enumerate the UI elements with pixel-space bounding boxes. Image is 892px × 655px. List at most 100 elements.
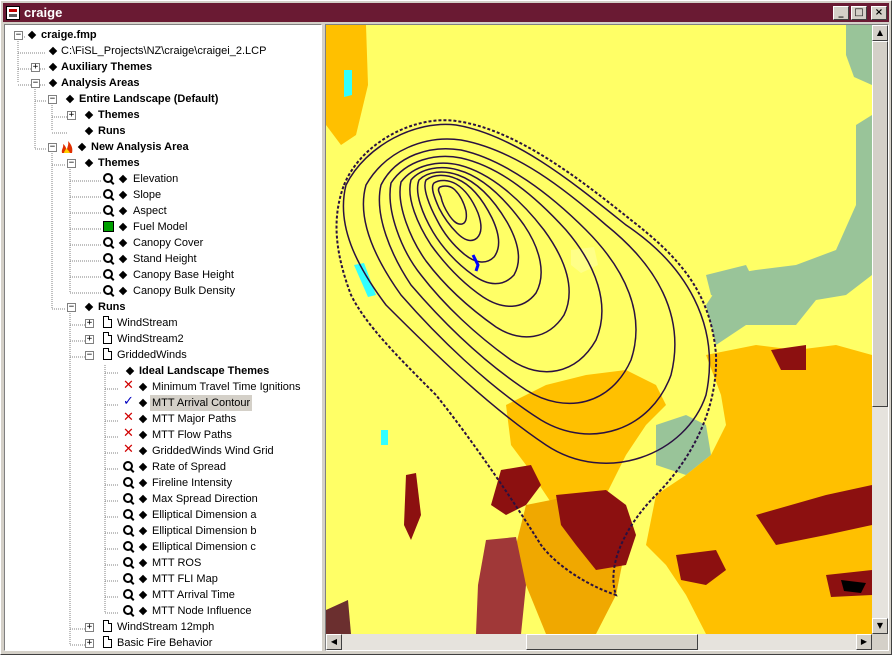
expand-toggle[interactable]: + <box>67 111 76 120</box>
vertical-scrollbar[interactable]: ▲ ▼ <box>872 25 888 634</box>
horizontal-scroll-thumb[interactable] <box>526 634 698 650</box>
output-item[interactable]: MTT Arrival Time <box>5 587 321 603</box>
ideal-label: Ideal Landscape Themes <box>139 365 270 377</box>
node-diamond-icon <box>138 526 148 536</box>
scroll-right-button[interactable]: ▶ <box>856 634 872 650</box>
output-label: MTT Arrival Time <box>152 589 235 601</box>
tree-node-entire-landscape[interactable]: − Entire Landscape (Default) <box>5 91 321 107</box>
tree-node-entire-themes[interactable]: + Themes <box>5 107 321 123</box>
magnifier-icon[interactable] <box>123 525 135 537</box>
run-windstream2[interactable]: + WindStream2 <box>5 331 321 347</box>
collapse-toggle[interactable]: − <box>48 143 57 152</box>
tree-node-auxiliary-themes[interactable]: + Auxiliary Themes <box>5 59 321 75</box>
node-diamond-icon <box>138 590 148 600</box>
collapse-toggle[interactable]: − <box>14 31 23 40</box>
output-item[interactable]: Elliptical Dimension b <box>5 523 321 539</box>
vertical-scroll-thumb[interactable] <box>872 41 888 407</box>
run-windstream-12mph[interactable]: + WindStream 12mph <box>5 619 321 635</box>
ideal-landscape-themes[interactable]: Ideal Landscape Themes <box>5 363 321 379</box>
magnifier-icon[interactable] <box>123 605 135 617</box>
magnifier-icon[interactable] <box>123 589 135 601</box>
magnifier-icon[interactable] <box>123 557 135 569</box>
output-item[interactable]: Elliptical Dimension a <box>5 507 321 523</box>
x-icon[interactable]: ✕ <box>123 443 135 457</box>
green-square-icon <box>103 221 114 232</box>
expand-toggle[interactable]: + <box>85 623 94 632</box>
check-icon[interactable]: ✓ <box>123 395 135 409</box>
tree-node-analysis-areas[interactable]: − Analysis Areas <box>5 75 321 91</box>
scroll-up-button[interactable]: ▲ <box>872 25 888 41</box>
title-bar[interactable]: craige _ □ × <box>3 3 889 22</box>
tree-node-new-runs[interactable]: − Runs <box>5 299 321 315</box>
maximize-button[interactable]: □ <box>851 5 867 20</box>
theme-fuel-model[interactable]: Fuel Model <box>5 219 321 235</box>
expand-toggle[interactable]: + <box>31 63 40 72</box>
output-item[interactable]: Rate of Spread <box>5 459 321 475</box>
output-item[interactable]: ✓ MTT Arrival Contour <box>5 395 321 411</box>
tree-node-entire-runs[interactable]: Runs <box>5 123 321 139</box>
collapse-toggle[interactable]: − <box>67 159 76 168</box>
scroll-down-button[interactable]: ▼ <box>872 618 888 634</box>
x-icon[interactable]: ✕ <box>123 411 135 425</box>
tree-node-new-analysis-area[interactable]: − New Analysis Area <box>5 139 321 155</box>
tree-node-lcp[interactable]: C:\FiSL_Projects\NZ\craige\craigei_2.LCP <box>5 43 321 59</box>
output-item[interactable]: MTT ROS <box>5 555 321 571</box>
output-item[interactable]: ✕ MTT Major Paths <box>5 411 321 427</box>
collapse-toggle[interactable]: − <box>48 95 57 104</box>
output-item[interactable]: ✕ GriddedWinds Wind Grid <box>5 443 321 459</box>
collapse-toggle[interactable]: − <box>85 351 94 360</box>
run-basic-fire-behavior[interactable]: + Basic Fire Behavior <box>5 635 321 650</box>
output-label: MTT Arrival Contour <box>150 395 253 411</box>
theme-label: Elevation <box>133 173 179 185</box>
run-label: WindStream <box>117 317 178 329</box>
lcp-path-label: C:\FiSL_Projects\NZ\craige\craigei_2.LCP <box>61 45 267 57</box>
collapse-toggle[interactable]: − <box>31 79 40 88</box>
output-item[interactable]: Elliptical Dimension c <box>5 539 321 555</box>
scroll-left-button[interactable]: ◀ <box>326 634 342 650</box>
magnifier-icon[interactable] <box>123 461 135 473</box>
close-button[interactable]: × <box>871 5 887 20</box>
run-label: Basic Fire Behavior <box>117 637 213 649</box>
output-item[interactable]: MTT Node Influence <box>5 603 321 619</box>
output-item[interactable]: ✕ MTT Flow Paths <box>5 427 321 443</box>
tree-node-project[interactable]: − craige.fmp <box>5 27 321 43</box>
theme-elevation[interactable]: Elevation <box>5 171 321 187</box>
tree-node-new-themes[interactable]: − Themes <box>5 155 321 171</box>
x-icon[interactable]: ✕ <box>123 379 135 393</box>
window-title: craige <box>24 5 63 20</box>
x-icon[interactable]: ✕ <box>123 427 135 441</box>
theme-stand-height[interactable]: Stand Height <box>5 251 321 267</box>
expand-toggle[interactable]: + <box>85 335 94 344</box>
run-griddedwinds[interactable]: − GriddedWinds <box>5 347 321 363</box>
water-region <box>381 430 388 445</box>
theme-label: Aspect <box>133 205 167 217</box>
output-item[interactable]: ✕ Minimum Travel Time Ignitions <box>5 379 321 395</box>
magnifier-icon[interactable] <box>123 509 135 521</box>
theme-canopy-base-height[interactable]: Canopy Base Height <box>5 267 321 283</box>
output-item[interactable]: Fireline Intensity <box>5 475 321 491</box>
landscape-map[interactable] <box>326 25 872 634</box>
theme-slope[interactable]: Slope <box>5 187 321 203</box>
magnifier-icon[interactable] <box>123 573 135 585</box>
output-item[interactable]: Max Spread Direction <box>5 491 321 507</box>
node-diamond-icon <box>84 110 94 120</box>
minimize-button[interactable]: _ <box>833 5 849 20</box>
output-item[interactable]: MTT FLI Map <box>5 571 321 587</box>
magnifier-icon[interactable] <box>123 477 135 489</box>
project-tree[interactable]: − craige.fmp C:\FiSL_Projects\NZ\craige\… <box>4 24 322 651</box>
magnifier-icon[interactable] <box>123 541 135 553</box>
collapse-toggle[interactable]: − <box>67 303 76 312</box>
expand-toggle[interactable]: + <box>85 319 94 328</box>
node-diamond-icon <box>138 382 148 392</box>
run-windstream[interactable]: + WindStream <box>5 315 321 331</box>
magnifier-icon[interactable] <box>123 493 135 505</box>
theme-aspect[interactable]: Aspect <box>5 203 321 219</box>
theme-canopy-bulk-density[interactable]: Canopy Bulk Density <box>5 283 321 299</box>
document-icon <box>103 620 112 632</box>
expand-toggle[interactable]: + <box>85 639 94 648</box>
theme-canopy-cover[interactable]: Canopy Cover <box>5 235 321 251</box>
horizontal-scrollbar[interactable]: ◀ ▶ <box>326 634 872 650</box>
analysis-areas-label: Analysis Areas <box>61 77 140 89</box>
map-view[interactable]: ▲ ▼ ◀ ▶ <box>325 24 889 651</box>
node-diamond-icon <box>118 238 128 248</box>
